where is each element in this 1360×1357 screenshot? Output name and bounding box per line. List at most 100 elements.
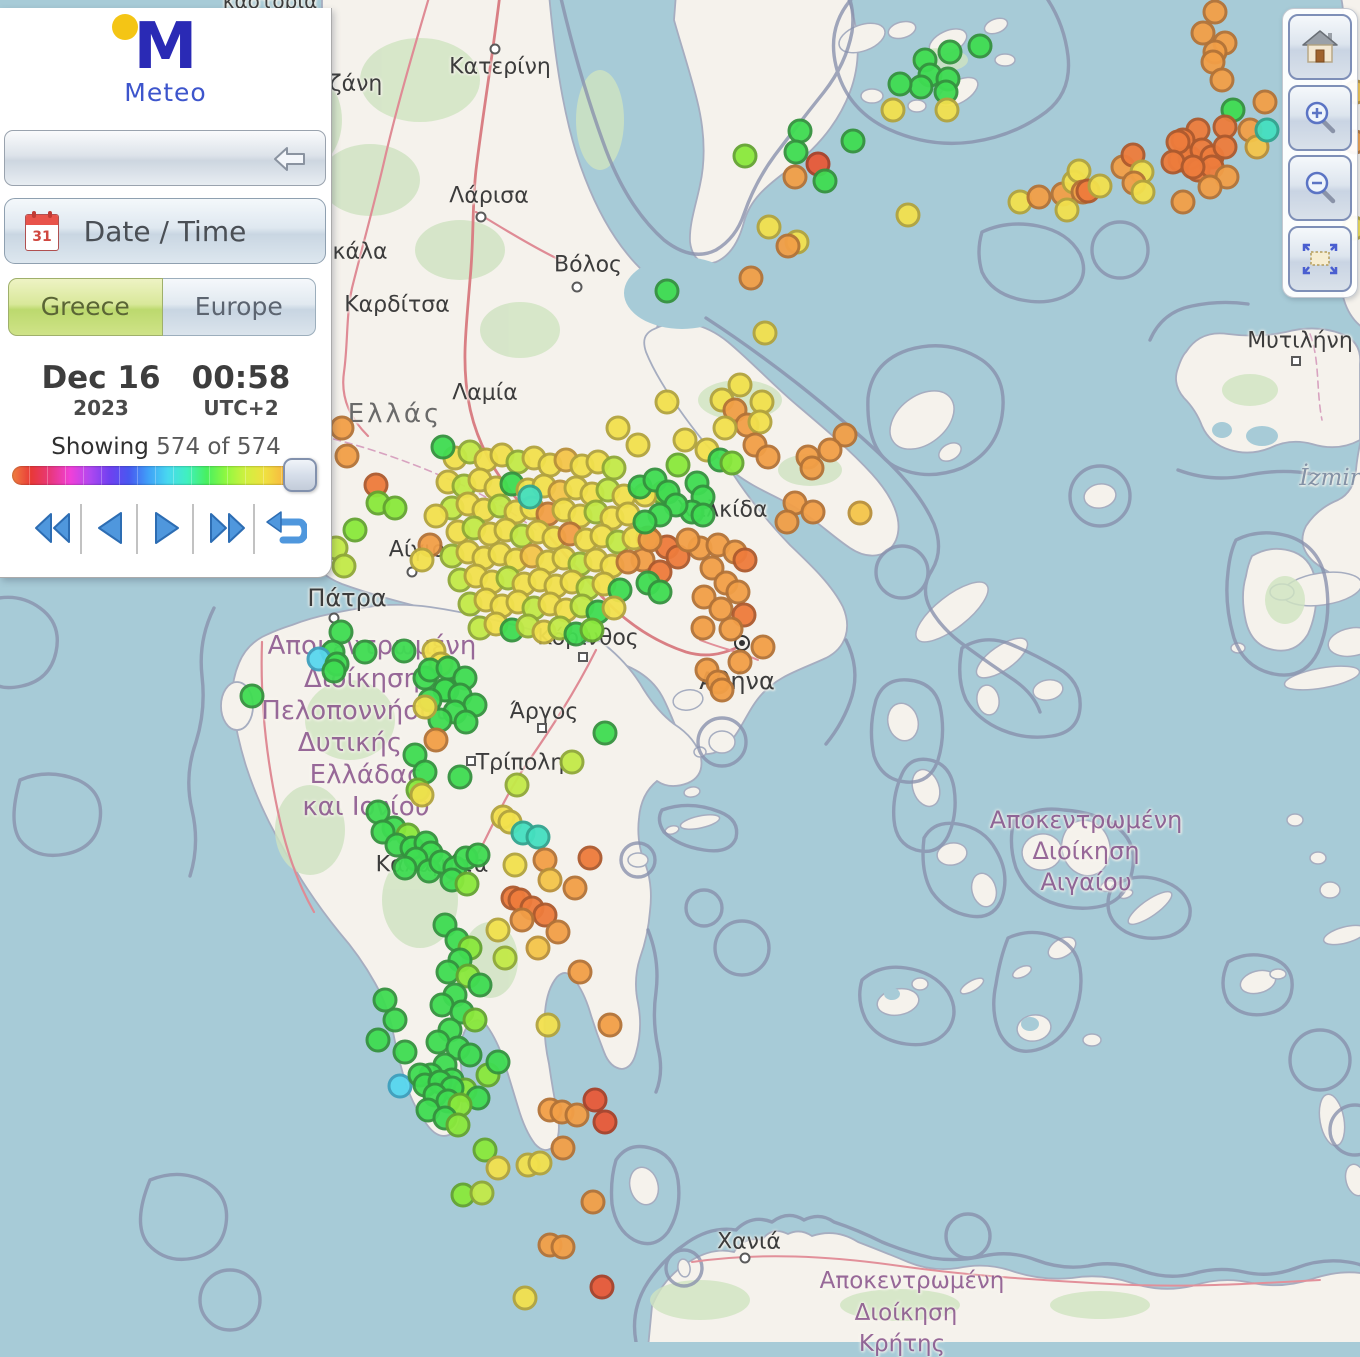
strike-dot[interactable] [633, 510, 658, 535]
strike-dot[interactable] [1088, 174, 1113, 199]
strike-dot[interactable] [518, 485, 543, 510]
strike-dot[interactable] [513, 1286, 538, 1311]
strike-dot[interactable] [563, 876, 588, 901]
strike-dot[interactable] [393, 856, 418, 881]
strike-dot[interactable] [909, 75, 934, 100]
strike-dot[interactable] [593, 1110, 618, 1135]
time-slider-handle[interactable] [283, 458, 317, 492]
reset-button[interactable] [265, 510, 307, 552]
strike-dot[interactable] [691, 503, 716, 528]
strike-dot[interactable] [528, 1151, 553, 1176]
strike-dot[interactable] [383, 1008, 408, 1033]
strike-dot[interactable] [446, 1113, 471, 1138]
collapse-panel-button[interactable] [4, 130, 326, 186]
strike-dot[interactable] [383, 496, 408, 521]
strike-dot[interactable] [366, 1028, 391, 1053]
strike-dot[interactable] [1131, 180, 1156, 205]
strike-dot[interactable] [710, 678, 735, 703]
date-time-button[interactable]: 31 Date / Time [4, 198, 326, 264]
strike-dot[interactable] [801, 500, 826, 525]
step-forward-button[interactable] [152, 510, 182, 550]
strike-dot[interactable] [753, 321, 778, 346]
strike-dot[interactable] [458, 1043, 483, 1068]
time-color-slider-track[interactable] [12, 466, 304, 485]
strike-dot[interactable] [756, 445, 781, 470]
strike-dot[interactable] [606, 416, 631, 441]
strike-dot[interactable] [1171, 190, 1196, 215]
strike-dot[interactable] [728, 650, 753, 675]
strike-dot[interactable] [410, 548, 435, 573]
strike-dot[interactable] [580, 618, 605, 643]
strike-dot[interactable] [783, 165, 808, 190]
strike-dot[interactable] [353, 640, 378, 665]
strike-dot[interactable] [776, 234, 801, 259]
strike-dot[interactable] [888, 72, 913, 97]
strike-dot[interactable] [486, 1156, 511, 1181]
strike-dot[interactable] [468, 973, 493, 998]
zoom-out-button[interactable] [1288, 155, 1352, 221]
strike-dot[interactable] [775, 510, 800, 535]
skip-forward-button[interactable] [208, 510, 248, 550]
tab-europe[interactable]: Europe [163, 278, 317, 336]
strike-dot[interactable] [733, 548, 758, 573]
strike-dot[interactable] [1203, 0, 1228, 25]
strike-dot[interactable] [546, 920, 571, 945]
strike-dot[interactable] [466, 843, 491, 868]
strike-dot[interactable] [626, 433, 651, 458]
strike-dot[interactable] [493, 946, 518, 971]
strike-dot[interactable] [757, 215, 782, 240]
strike-dot[interactable] [841, 129, 866, 154]
strike-dot[interactable] [896, 203, 921, 228]
strike-dot[interactable] [713, 416, 738, 441]
strike-dot[interactable] [330, 416, 355, 441]
strike-dot[interactable] [881, 98, 906, 123]
strike-dot[interactable] [739, 266, 764, 291]
strike-dot[interactable] [1181, 155, 1206, 180]
strike-dot[interactable] [848, 501, 873, 526]
meteo-logo[interactable]: M Meteo [0, 18, 331, 107]
strike-dot[interactable] [935, 98, 960, 123]
strike-dot[interactable] [536, 1013, 561, 1038]
strike-dot[interactable] [343, 518, 368, 543]
strike-dot[interactable] [332, 554, 357, 579]
strike-dot[interactable] [486, 1050, 511, 1075]
strike-dot[interactable] [424, 728, 449, 753]
strike-dot[interactable] [240, 684, 265, 709]
strike-dot[interactable] [424, 504, 449, 529]
strike-dot[interactable] [968, 34, 993, 59]
strike-dot[interactable] [598, 1013, 623, 1038]
strike-dot[interactable] [1055, 198, 1080, 223]
strike-dot[interactable] [454, 710, 479, 735]
strike-dot[interactable] [751, 635, 776, 660]
strike-dot[interactable] [593, 721, 618, 746]
strike-dot[interactable] [393, 1040, 418, 1065]
strike-dot[interactable] [413, 695, 438, 720]
strike-dot[interactable] [581, 1190, 606, 1215]
zoom-extent-button[interactable] [1288, 226, 1352, 292]
home-button[interactable] [1288, 14, 1352, 80]
skip-back-button[interactable] [32, 510, 72, 550]
strike-dot[interactable] [486, 918, 511, 943]
strike-dot[interactable] [568, 960, 593, 985]
strike-dot[interactable] [410, 783, 435, 808]
strike-dot[interactable] [1198, 175, 1223, 200]
strike-dot[interactable] [1255, 118, 1280, 143]
strike-dot[interactable] [510, 908, 535, 933]
strike-dot[interactable] [938, 40, 963, 65]
strike-dot[interactable] [1027, 185, 1052, 210]
strike-dot[interactable] [1210, 68, 1235, 93]
strike-dot[interactable] [538, 868, 563, 893]
strike-dot[interactable] [505, 773, 530, 798]
strike-dot[interactable] [526, 825, 551, 850]
step-back-button[interactable] [95, 510, 125, 550]
strike-dot[interactable] [335, 444, 360, 469]
strike-dot[interactable] [455, 872, 480, 897]
strike-dot[interactable] [392, 639, 417, 664]
strike-dot[interactable] [818, 438, 843, 463]
strike-dot[interactable] [1253, 90, 1278, 115]
zoom-in-button[interactable] [1288, 85, 1352, 151]
strike-dot[interactable] [448, 765, 473, 790]
strike-dot[interactable] [526, 936, 551, 961]
strike-dot[interactable] [431, 435, 456, 460]
strike-dot[interactable] [748, 410, 773, 435]
